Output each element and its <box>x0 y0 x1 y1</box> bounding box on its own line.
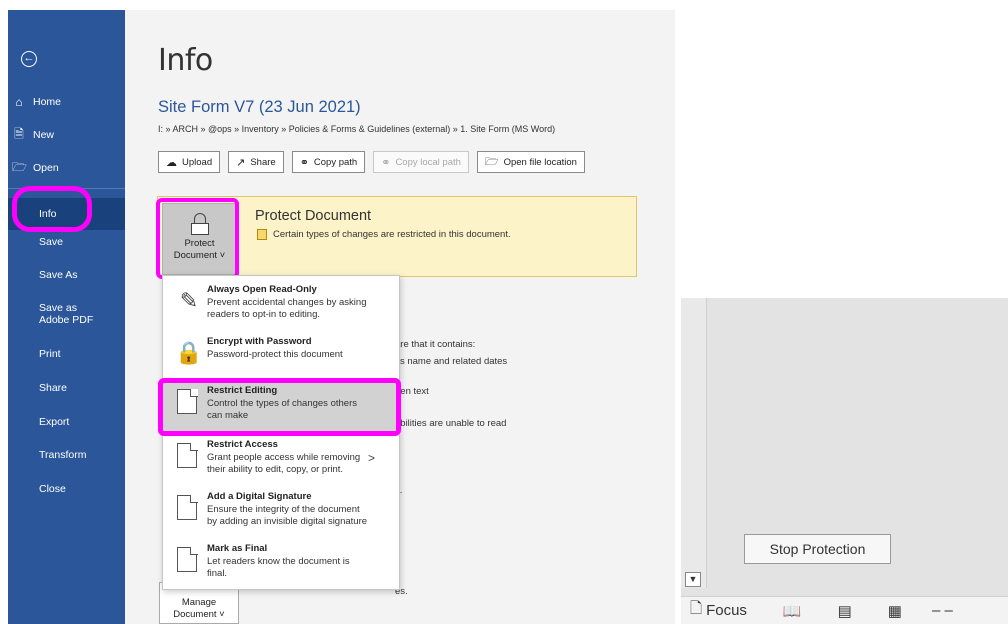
nav-item-save-as-adobe-pdf[interactable]: Save as Adobe PDF <box>8 300 103 328</box>
protect-desc-text: Certain types of changes are restricted … <box>273 229 511 240</box>
file-actions: ☁ Upload ↗ Share ⚭ Copy path ⚭ Copy loca… <box>158 151 585 173</box>
bg-line: r's name and related dates <box>395 356 508 367</box>
nav-item-new[interactable]: 🗎 New <box>8 125 125 145</box>
print-layout-icon[interactable]: ▤ <box>838 602 852 620</box>
scroll-gutter: ▼ <box>681 298 707 588</box>
menu-item-title: Encrypt with Password <box>207 336 312 347</box>
nav-item-open[interactable]: 🗁 Open <box>8 158 125 178</box>
menu-item-title: Add a Digital Signature <box>207 491 312 502</box>
nav-item-print[interactable]: Print <box>8 344 125 364</box>
web-layout-icon[interactable]: ▦ <box>888 602 902 620</box>
menu-item-desc: Ensure the integrity of the document by … <box>207 504 368 527</box>
new-document-icon: 🗎 <box>14 126 24 141</box>
share-icon: ↗ <box>236 156 246 169</box>
menu-item-title: Restrict Access <box>207 439 278 450</box>
link-icon: ⚭ <box>381 156 391 169</box>
lock-icon <box>257 229 267 240</box>
pencil-no-icon: ✎ <box>179 288 199 313</box>
link-icon: ⚭ <box>299 156 309 169</box>
document-restricted-icon <box>175 441 203 471</box>
document-signature-icon <box>175 493 203 523</box>
nav-item-label: Save as Adobe PDF <box>39 302 94 326</box>
protect-highlight-annotation <box>156 198 239 279</box>
menu-item-add-digital-signature[interactable]: Add a Digital Signature Ensure the integ… <box>163 487 399 539</box>
nav-item-label: Close <box>39 483 66 495</box>
open-folder-icon: 🗁 <box>12 159 27 174</box>
nav-item-label: Share <box>39 382 68 394</box>
restrict-editing-pane-inset: ▼ Stop Protection 🗋 Focus 📖 ▤ ▦ – – <box>681 298 1008 624</box>
nav-item-close[interactable]: Close <box>8 479 125 499</box>
protect-description: Certain types of changes are restricted … <box>257 229 511 240</box>
screen: ← ⌂ Home 🗎 New 🗁 Open Info Save Save As … <box>0 0 1008 624</box>
copy-local-path-label: Copy local path <box>395 156 461 168</box>
nav-item-label: Open <box>33 162 59 174</box>
upload-icon: ☁ <box>166 156 177 169</box>
nav-item-home[interactable]: ⌂ Home <box>8 92 125 112</box>
focus-icon: 🗋 <box>690 600 703 617</box>
menu-item-desc: Grant people access while removing their… <box>207 452 361 475</box>
bg-line: abilities are unable to read <box>395 418 507 429</box>
restrict-editing-highlight-annotation <box>158 378 401 436</box>
document-name: Site Form V7 (23 Jun 2021) <box>158 98 361 116</box>
nav-item-save[interactable]: Save <box>8 232 125 252</box>
folder-icon: 🗁 <box>484 155 499 168</box>
menu-item-restrict-access[interactable]: Restrict Access Grant people access whil… <box>163 435 399 487</box>
menu-item-desc: Prevent accidental changes by asking rea… <box>207 297 367 320</box>
nav-item-export[interactable]: Export <box>8 412 125 432</box>
open-file-location-button[interactable]: 🗁 Open file location <box>476 151 585 173</box>
upload-button[interactable]: ☁ Upload <box>158 151 221 173</box>
nav-item-save-as[interactable]: Save As <box>8 265 125 285</box>
read-mode-icon[interactable]: 📖 <box>783 602 802 620</box>
copy-local-path-button[interactable]: ⚭ Copy local path <box>373 151 469 173</box>
nav-item-share[interactable]: Share <box>8 378 125 398</box>
nav-item-label: Print <box>39 348 61 360</box>
share-button[interactable]: ↗ Share <box>228 151 284 173</box>
menu-item-title: Always Open Read-Only <box>207 284 317 295</box>
document-check-icon <box>175 545 203 575</box>
document-path: I: » ARCH » @ops » Inventory » Policies … <box>158 124 556 134</box>
menu-item-desc: Password-protect this document <box>207 349 343 360</box>
manage-line1: Manage <box>181 597 217 608</box>
stop-protection-button[interactable]: Stop Protection <box>744 534 891 564</box>
nav-item-label: Home <box>33 96 62 108</box>
nav-item-label: Transform <box>39 449 87 461</box>
zoom-slider-icon[interactable]: – – <box>932 602 953 619</box>
page-title: Info <box>158 43 213 78</box>
nav-item-transform[interactable]: Transform <box>8 445 125 465</box>
nav-item-label: New <box>33 129 55 141</box>
copy-path-button[interactable]: ⚭ Copy path <box>291 151 366 173</box>
share-label: Share <box>250 156 276 168</box>
back-arrow-icon[interactable]: ← <box>21 51 37 67</box>
menu-item-mark-as-final[interactable]: Mark as Final Let readers know the docum… <box>163 539 399 591</box>
open-file-location-label: Open file location <box>503 156 577 168</box>
backstage-nav: ← ⌂ Home 🗎 New 🗁 Open Info Save Save As … <box>8 10 125 624</box>
submenu-arrow-icon: > <box>367 451 375 465</box>
menu-item-title: Mark as Final <box>207 543 268 554</box>
scroll-down-arrow-icon[interactable]: ▼ <box>685 572 701 587</box>
home-icon: ⌂ <box>15 95 23 109</box>
lock-key-icon: 🔒 <box>175 340 203 365</box>
upload-label: Upload <box>182 156 213 168</box>
bg-line: are that it contains: <box>395 339 476 350</box>
copy-path-label: Copy path <box>313 156 358 168</box>
status-bar: 🗋 Focus 📖 ▤ ▦ – – <box>681 596 1008 624</box>
menu-item-always-open-read-only[interactable]: ✎ Always Open Read-Only Prevent accident… <box>163 280 399 332</box>
protect-title: Protect Document <box>255 208 372 224</box>
nav-item-label: Export <box>39 416 70 428</box>
nav-item-label: Save As <box>39 269 78 281</box>
menu-item-encrypt-with-password[interactable]: 🔒 Encrypt with Password Password-protect… <box>163 332 399 384</box>
info-highlight-annotation <box>12 186 92 232</box>
focus-label: Focus <box>706 602 747 619</box>
nav-item-label: Save <box>39 236 63 248</box>
focus-mode-button[interactable]: 🗋 Focus <box>690 598 747 623</box>
menu-item-desc: Let readers know the document is final. <box>207 556 350 579</box>
manage-line2: Document ˅ <box>173 609 225 620</box>
